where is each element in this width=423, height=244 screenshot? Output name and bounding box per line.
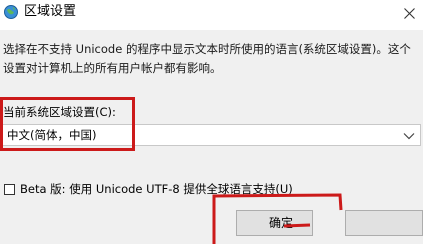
beta-label: Beta 版: 使用 Unicode UTF-8 提供全球语言支持(U) [20,182,293,196]
close-button[interactable] [396,0,423,26]
cancel-button[interactable] [345,210,423,236]
locale-select[interactable]: 中文(简体，中国) [2,124,421,146]
beta-option[interactable]: Beta 版: 使用 Unicode UTF-8 提供全球语言支持(U) [4,181,293,197]
description-text: 选择在不支持 Unicode 的程序中显示文本时所使用的语言(系统区域设置)。这… [3,42,411,75]
ok-button[interactable]: 确定 [236,210,313,236]
beta-checkbox[interactable] [4,183,15,195]
window-title: 区域设置 [24,4,77,19]
close-icon [404,7,415,19]
globe-icon [3,4,19,20]
locale-label: 当前系统区域设置(C): [3,105,116,119]
locale-selected-value: 中文(简体，中国) [7,128,97,142]
chevron-down-icon [403,133,415,140]
title-bar: 区域设置 [0,0,423,30]
ok-button-label: 确定 [269,216,294,230]
